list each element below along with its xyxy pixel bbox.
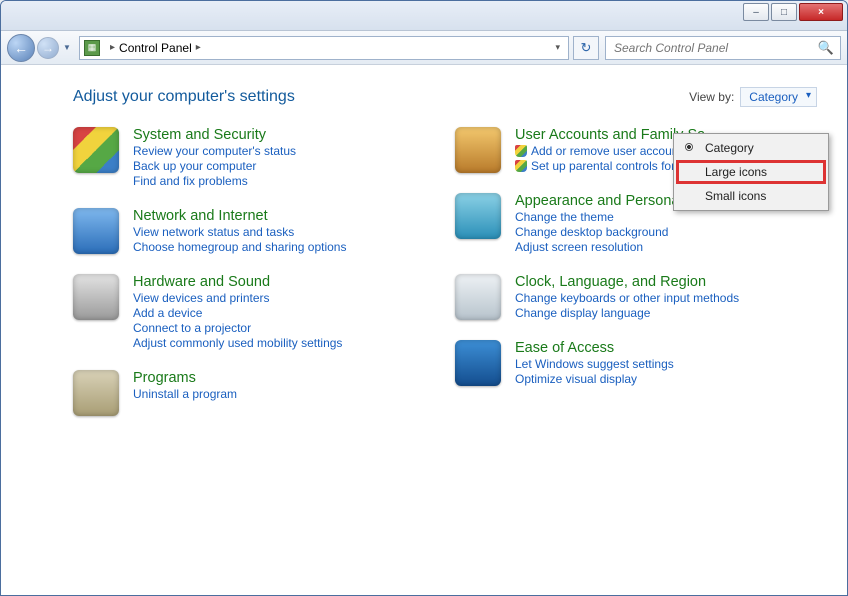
programs-icon bbox=[73, 370, 119, 416]
category-body: Clock, Language, and RegionChange keyboa… bbox=[515, 274, 739, 320]
category-link[interactable]: Change display language bbox=[515, 306, 739, 320]
link-text: Review your computer's status bbox=[133, 144, 296, 158]
link-text: Back up your computer bbox=[133, 159, 256, 173]
category-link[interactable]: Uninstall a program bbox=[133, 387, 237, 401]
category-link[interactable]: Change desktop background bbox=[515, 225, 725, 239]
category-link[interactable]: Change the theme bbox=[515, 210, 725, 224]
category-link[interactable]: Change keyboards or other input methods bbox=[515, 291, 739, 305]
category-link[interactable]: Let Windows suggest settings bbox=[515, 357, 674, 371]
category-link[interactable]: Connect to a projector bbox=[133, 321, 342, 335]
category-link[interactable]: Choose homegroup and sharing options bbox=[133, 240, 346, 254]
option-label: Small icons bbox=[705, 189, 766, 203]
clock-icon bbox=[455, 274, 501, 320]
category-clock: Clock, Language, and RegionChange keyboa… bbox=[455, 274, 817, 320]
view-by-dropdown: Category Large icons Small icons bbox=[673, 133, 829, 211]
hardware-icon bbox=[73, 274, 119, 320]
category-link[interactable]: View devices and printers bbox=[133, 291, 342, 305]
content-area: Adjust your computer's settings View by:… bbox=[1, 65, 847, 446]
security-icon bbox=[73, 127, 119, 173]
view-option-category[interactable]: Category bbox=[676, 136, 826, 160]
link-text: Find and fix problems bbox=[133, 174, 248, 188]
view-by-control: View by: Category bbox=[689, 87, 817, 107]
breadcrumb-root[interactable]: Control Panel bbox=[119, 41, 192, 55]
link-text: View network status and tasks bbox=[133, 225, 294, 239]
link-text: View devices and printers bbox=[133, 291, 270, 305]
category-network: Network and InternetView network status … bbox=[73, 208, 435, 254]
link-text: Change the theme bbox=[515, 210, 614, 224]
maximize-button[interactable]: □ bbox=[771, 3, 797, 21]
minimize-button[interactable]: – bbox=[743, 3, 769, 21]
close-button[interactable]: × bbox=[799, 3, 843, 21]
category-link[interactable]: Optimize visual display bbox=[515, 372, 674, 386]
category-programs: ProgramsUninstall a program bbox=[73, 370, 435, 416]
breadcrumb-sep-icon: ▸ bbox=[196, 42, 201, 53]
network-icon bbox=[73, 208, 119, 254]
link-text: Let Windows suggest settings bbox=[515, 357, 674, 371]
uac-shield-icon bbox=[515, 160, 527, 172]
link-text: Optimize visual display bbox=[515, 372, 637, 386]
content-header: Adjust your computer's settings View by:… bbox=[73, 87, 817, 107]
category-link[interactable]: Adjust commonly used mobility settings bbox=[133, 336, 342, 350]
view-by-button[interactable]: Category bbox=[740, 87, 817, 107]
view-by-label: View by: bbox=[689, 90, 734, 104]
category-security: System and SecurityReview your computer'… bbox=[73, 127, 435, 188]
refresh-button[interactable]: ↻ bbox=[573, 36, 599, 60]
forward-button[interactable]: → bbox=[37, 37, 59, 59]
address-dropdown-icon[interactable]: ▾ bbox=[551, 42, 564, 53]
radio-selected-icon bbox=[685, 143, 693, 151]
control-panel-icon: ▦ bbox=[84, 40, 100, 56]
category-body: Network and InternetView network status … bbox=[133, 208, 346, 254]
category-link[interactable]: Review your computer's status bbox=[133, 144, 296, 158]
category-hardware: Hardware and SoundView devices and print… bbox=[73, 274, 435, 350]
link-text: Add or remove user accounts bbox=[531, 144, 688, 158]
link-text: Change keyboards or other input methods bbox=[515, 291, 739, 305]
link-text: Adjust commonly used mobility settings bbox=[133, 336, 342, 350]
appearance-icon bbox=[455, 193, 501, 239]
category-link[interactable]: Back up your computer bbox=[133, 159, 296, 173]
titlebar: – □ × bbox=[1, 1, 847, 31]
category-link[interactable]: Adjust screen resolution bbox=[515, 240, 725, 254]
navbar: ← → ▼ ▦ ▸ Control Panel ▸ ▾ ↻ 🔍 bbox=[1, 31, 847, 65]
category-title[interactable]: Clock, Language, and Region bbox=[515, 274, 739, 290]
category-ease: Ease of AccessLet Windows suggest settin… bbox=[455, 340, 817, 386]
breadcrumb-sep-icon: ▸ bbox=[110, 42, 115, 53]
option-label: Large icons bbox=[705, 165, 767, 179]
link-text: Add a device bbox=[133, 306, 202, 320]
link-text: Change desktop background bbox=[515, 225, 668, 239]
search-icon[interactable]: 🔍 bbox=[818, 40, 834, 56]
link-text: Uninstall a program bbox=[133, 387, 237, 401]
option-label: Category bbox=[705, 141, 754, 155]
view-option-small-icons[interactable]: Small icons bbox=[676, 184, 826, 208]
category-link[interactable]: Add a device bbox=[133, 306, 342, 320]
category-title[interactable]: Network and Internet bbox=[133, 208, 346, 224]
link-text: Change display language bbox=[515, 306, 650, 320]
link-text: Adjust screen resolution bbox=[515, 240, 643, 254]
category-title[interactable]: Hardware and Sound bbox=[133, 274, 342, 290]
view-option-large-icons[interactable]: Large icons bbox=[676, 160, 826, 184]
category-body: ProgramsUninstall a program bbox=[133, 370, 237, 401]
nav-history-dropdown[interactable]: ▼ bbox=[61, 38, 73, 58]
category-link[interactable]: Find and fix problems bbox=[133, 174, 296, 188]
address-bar[interactable]: ▦ ▸ Control Panel ▸ ▾ bbox=[79, 36, 569, 60]
category-body: Hardware and SoundView devices and print… bbox=[133, 274, 342, 350]
category-title[interactable]: Ease of Access bbox=[515, 340, 674, 356]
category-title[interactable]: Programs bbox=[133, 370, 237, 386]
control-panel-window: – □ × ← → ▼ ▦ ▸ Control Panel ▸ ▾ ↻ 🔍 Ad… bbox=[0, 0, 848, 596]
category-title[interactable]: System and Security bbox=[133, 127, 296, 143]
category-link[interactable]: View network status and tasks bbox=[133, 225, 346, 239]
back-button[interactable]: ← bbox=[7, 34, 35, 62]
page-title: Adjust your computer's settings bbox=[73, 88, 295, 106]
link-text: Choose homegroup and sharing options bbox=[133, 240, 346, 254]
category-body: Ease of AccessLet Windows suggest settin… bbox=[515, 340, 674, 386]
category-body: System and SecurityReview your computer'… bbox=[133, 127, 296, 188]
ease-icon bbox=[455, 340, 501, 386]
users-icon bbox=[455, 127, 501, 173]
search-box[interactable]: 🔍 bbox=[605, 36, 841, 60]
search-input[interactable] bbox=[612, 40, 818, 56]
uac-shield-icon bbox=[515, 145, 527, 157]
link-text: Connect to a projector bbox=[133, 321, 251, 335]
